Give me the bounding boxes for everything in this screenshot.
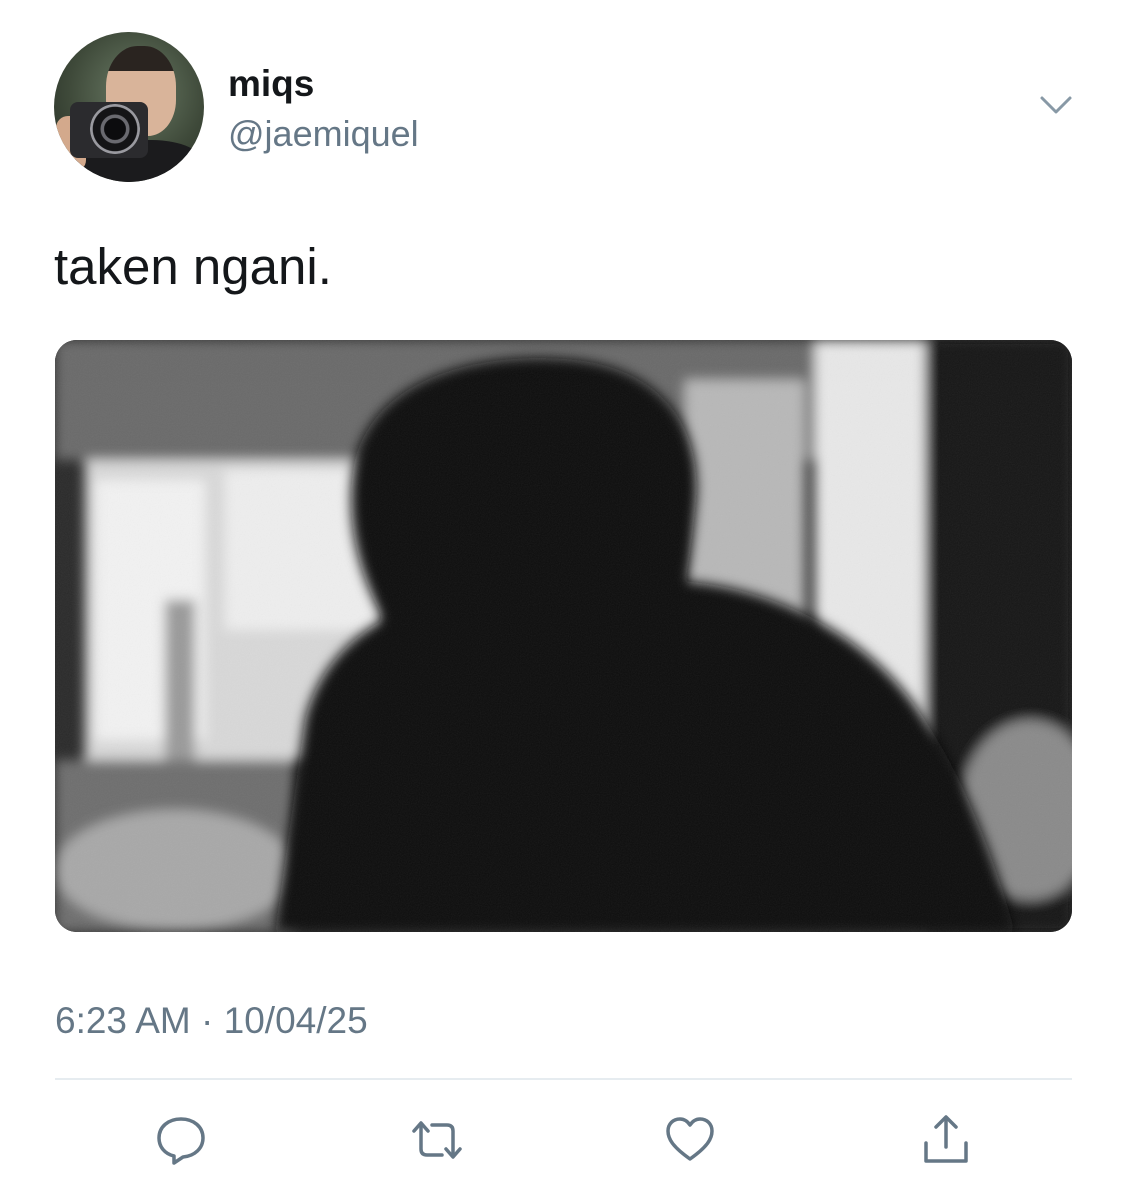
tweet-photo[interactable] (55, 340, 1072, 932)
author-avatar[interactable] (54, 32, 204, 182)
retweet-button[interactable] (407, 1110, 467, 1170)
tweet-timestamp: 6:23 AM · 10/04/25 (55, 1000, 368, 1041)
heart-icon (666, 1117, 714, 1161)
retweet-icon (412, 1121, 462, 1159)
share-icon (924, 1115, 968, 1163)
author-display-name[interactable]: miqs (228, 62, 314, 106)
like-button[interactable] (660, 1110, 720, 1170)
chevron-down-icon[interactable] (1038, 92, 1074, 120)
share-button[interactable] (916, 1110, 976, 1170)
photo-image (55, 340, 1072, 932)
author-handle[interactable]: @jaemiquel (228, 112, 419, 156)
reply-button[interactable] (151, 1110, 211, 1170)
actions-divider (55, 1078, 1072, 1080)
speech-bubble-icon (157, 1117, 205, 1165)
avatar-camera-lens (90, 104, 140, 154)
tweet-text: taken ngani. (54, 238, 332, 295)
